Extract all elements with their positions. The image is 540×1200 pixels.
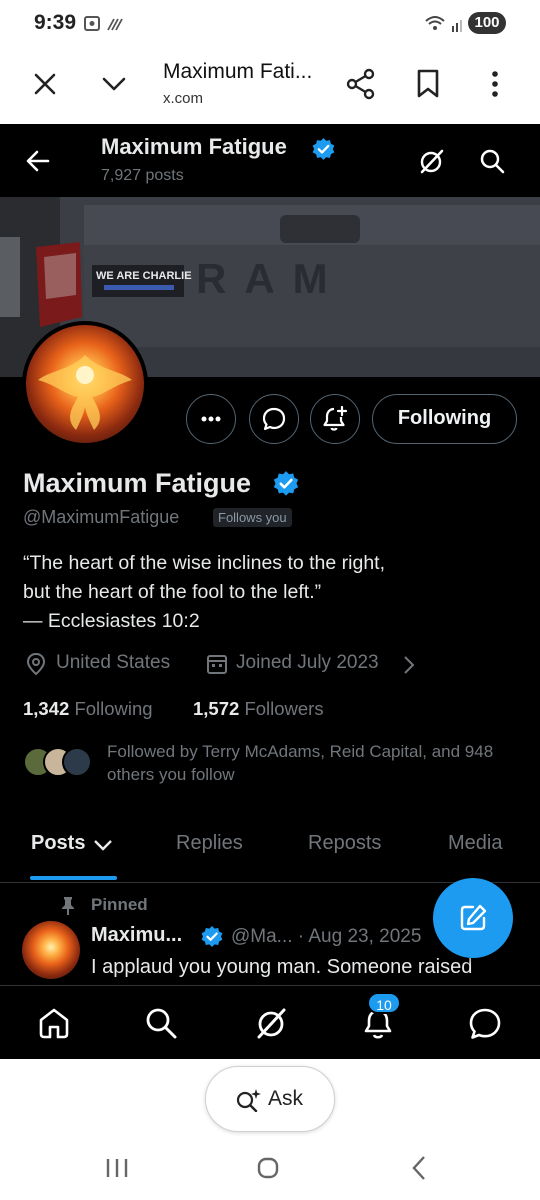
status-time: 9:39 xyxy=(34,11,77,34)
message-bubble-icon xyxy=(262,407,286,431)
battery-indicator: 100 xyxy=(468,12,506,34)
bottom-nav xyxy=(0,985,540,1059)
tab-replies[interactable]: Replies xyxy=(176,832,243,855)
followers-number: 1,572 xyxy=(193,698,240,719)
more-horizontal-icon xyxy=(201,416,221,422)
tab-media[interactable]: Media xyxy=(448,832,502,855)
screen: 9:39 100 Maximum Fati... x.com Maximum F… xyxy=(0,0,540,1200)
pinned-label: Pinned xyxy=(91,895,148,914)
profile-location: United States xyxy=(56,652,171,673)
tweet-author-avatar[interactable] xyxy=(22,921,80,979)
tweet-author-name[interactable]: Maximu... xyxy=(91,924,182,947)
system-nav-bar xyxy=(0,1139,540,1200)
profile-display-name: Maximum Fatigue xyxy=(23,468,252,498)
chevron-down-icon[interactable] xyxy=(101,76,127,92)
ask-bar: Ask xyxy=(0,1059,540,1139)
messages-icon[interactable] xyxy=(467,1006,503,1042)
search-icon[interactable] xyxy=(144,1006,178,1040)
phoenix-image xyxy=(38,355,132,430)
post-count: 7,927 posts xyxy=(101,167,184,184)
close-icon[interactable] xyxy=(33,72,57,96)
followers-label: Followers xyxy=(244,698,324,719)
follows-you-badge: Follows you xyxy=(213,508,292,527)
following-label: Following xyxy=(74,698,153,719)
pin-icon xyxy=(62,897,74,915)
tab-reposts[interactable]: Reposts xyxy=(308,832,381,855)
followed-by-text[interactable]: Followed by Terry McAdams, Reid Capital,… xyxy=(107,740,517,786)
notify-button[interactable] xyxy=(310,394,360,444)
sparkle-search-icon xyxy=(236,1089,261,1112)
ask-button[interactable]: Ask xyxy=(205,1066,335,1132)
verified-badge-icon xyxy=(201,926,223,947)
following-count[interactable]: 1,342 Following xyxy=(23,698,153,720)
bookmark-icon[interactable] xyxy=(416,69,440,99)
tweet-meta: @Ma... · Aug 23, 2025 xyxy=(231,926,422,947)
share-icon[interactable] xyxy=(345,68,377,100)
banner-sticker-text: WE ARE CHARLIE xyxy=(96,270,192,282)
profile-handle: @MaximumFatigue xyxy=(23,507,180,527)
active-tab-indicator xyxy=(30,876,117,880)
verified-badge-icon xyxy=(312,138,335,160)
top-nav-name: Maximum Fatigue xyxy=(101,134,287,159)
compose-icon xyxy=(460,904,487,931)
following-button[interactable]: Following xyxy=(372,394,517,444)
back-button-icon[interactable] xyxy=(411,1155,427,1181)
search-icon[interactable] xyxy=(479,148,505,174)
message-button[interactable] xyxy=(249,394,299,444)
signal-wifi-icon xyxy=(425,16,462,32)
profile-avatar[interactable] xyxy=(22,321,148,447)
location-pin-icon xyxy=(26,652,46,676)
profile-bio: “The heart of the wise inclines to the r… xyxy=(23,552,386,632)
status-notification-icons xyxy=(84,16,123,31)
status-bar: 9:39 100 xyxy=(0,0,540,48)
avatar xyxy=(62,747,92,777)
browser-toolbar: Maximum Fati... x.com xyxy=(0,48,540,124)
tab-posts[interactable]: Posts xyxy=(31,832,85,855)
browser-url[interactable]: x.com xyxy=(163,90,203,107)
following-number: 1,342 xyxy=(23,698,70,719)
browser-page-title: Maximum Fati... xyxy=(163,60,313,83)
grok-icon[interactable] xyxy=(254,1006,288,1040)
home-button-icon[interactable] xyxy=(256,1156,280,1180)
x-profile-page: Maximum Fatigue 7,927 posts WE ARE CHARL… xyxy=(0,124,540,1059)
back-arrow-icon[interactable] xyxy=(26,150,50,172)
compose-button[interactable] xyxy=(433,878,513,958)
profile-joined[interactable]: Joined July 2023 xyxy=(236,652,379,674)
bell-plus-icon xyxy=(323,405,348,431)
followers-count[interactable]: 1,572 Followers xyxy=(193,698,324,720)
chevron-down-icon[interactable] xyxy=(93,838,113,852)
verified-badge-icon xyxy=(273,471,299,496)
home-icon[interactable] xyxy=(37,1006,71,1040)
more-options-button[interactable] xyxy=(186,394,236,444)
recent-apps-icon[interactable] xyxy=(105,1157,129,1179)
tweet-text[interactable]: I applaud you young man. Someone raised xyxy=(91,956,472,979)
calendar-icon xyxy=(207,655,227,674)
grok-icon[interactable] xyxy=(418,148,444,174)
ask-label: Ask xyxy=(268,1087,304,1110)
more-vertical-icon[interactable] xyxy=(490,70,500,98)
notification-count-badge: 10 xyxy=(367,992,401,1014)
chevron-right-icon[interactable] xyxy=(403,655,415,675)
banner-brand-text: RAM xyxy=(196,255,346,302)
